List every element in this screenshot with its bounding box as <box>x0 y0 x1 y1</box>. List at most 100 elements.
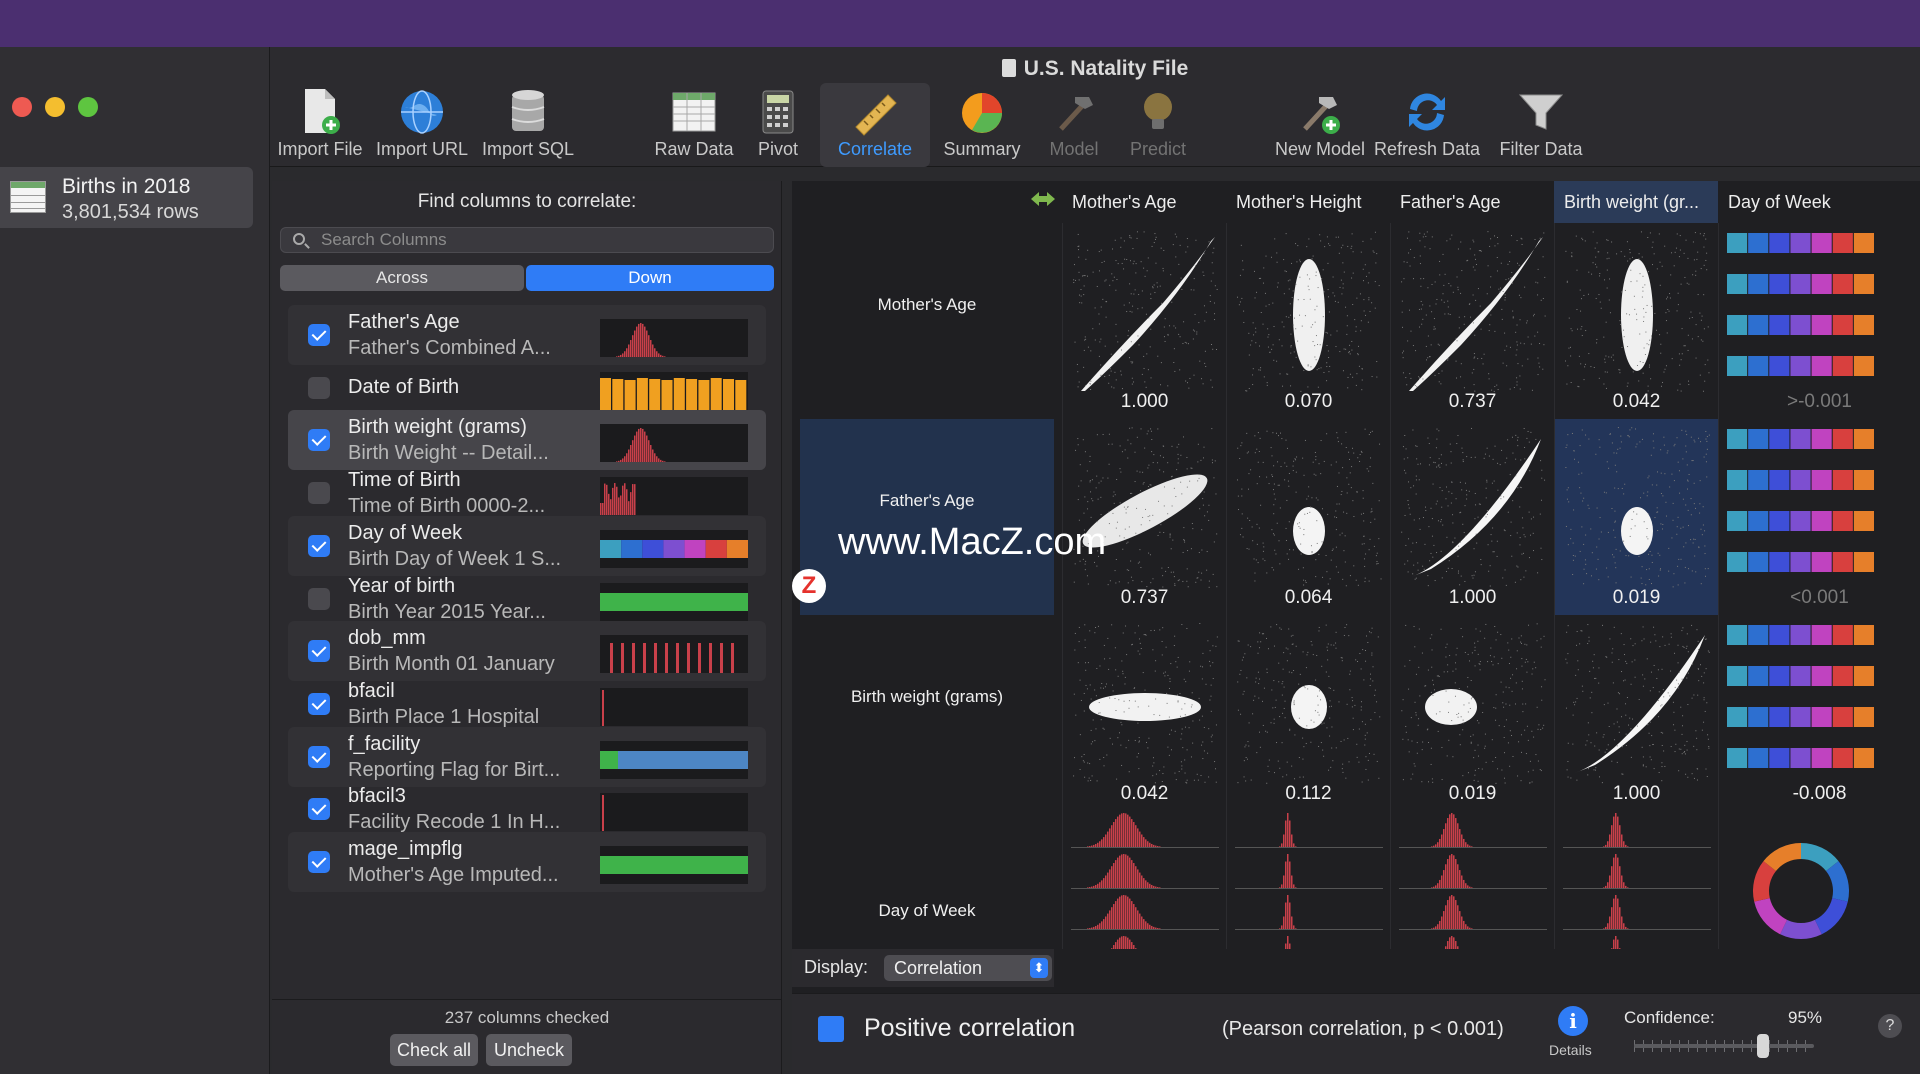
confidence-slider-thumb[interactable] <box>1757 1034 1769 1058</box>
import-url-button[interactable]: Import URL <box>370 83 474 167</box>
column-checkbox[interactable] <box>308 745 330 768</box>
column-mini-chart <box>600 477 748 516</box>
matrix-cell[interactable] <box>1554 811 1718 949</box>
matrix-cell[interactable]: 0.019 <box>1554 419 1718 615</box>
matrix-column-header[interactable]: Birth weight (gr... <box>1554 181 1718 223</box>
summary-button[interactable]: Summary <box>932 83 1032 167</box>
matrix-cell[interactable]: -0.008 <box>1718 615 1920 811</box>
confidence-slider[interactable] <box>1634 1044 1814 1048</box>
cell-graphic <box>1237 428 1382 587</box>
model-button[interactable]: Model <box>1034 83 1114 167</box>
matrix-cell[interactable] <box>1062 811 1226 949</box>
help-button[interactable]: ? <box>1878 1014 1902 1038</box>
zoom-window-button[interactable] <box>78 97 98 117</box>
info-icon[interactable]: i <box>1558 1006 1588 1036</box>
matrix-cell[interactable]: 1.000 <box>1554 615 1718 811</box>
matrix-column-header[interactable]: Mother's Age <box>1062 181 1226 223</box>
check-all-button[interactable]: Check all <box>390 1034 478 1066</box>
cell-graphic <box>1727 429 1874 572</box>
display-select[interactable]: Correlation <box>884 955 1052 981</box>
uncheck-button[interactable]: Uncheck <box>486 1034 572 1066</box>
scatter-plot <box>1401 427 1546 587</box>
filter-data-button[interactable]: Filter Data <box>1486 83 1596 167</box>
column-checkbox[interactable] <box>308 798 330 821</box>
matrix-cell[interactable]: 0.112 <box>1226 615 1390 811</box>
matrix-column-header[interactable]: Day of Week <box>1718 181 1920 223</box>
column-checkbox[interactable] <box>308 640 330 663</box>
predict-button[interactable]: Predict <box>1116 83 1200 167</box>
cell-graphic <box>1401 231 1546 392</box>
mini-chart-graphic <box>610 643 734 674</box>
calculator-icon <box>753 87 803 137</box>
matrix-cell[interactable]: 0.070 <box>1226 223 1390 419</box>
matrix-row-header[interactable]: Father's Age <box>800 491 1054 511</box>
column-checkbox[interactable] <box>308 324 330 346</box>
new-model-button[interactable]: New Model <box>1270 83 1370 167</box>
column-checkbox[interactable] <box>308 376 330 399</box>
matrix-cell[interactable]: 0.737 <box>1062 419 1226 615</box>
desktop-band <box>0 0 1920 47</box>
matrix-cell[interactable] <box>1718 811 1920 949</box>
matrix-column-header[interactable]: Father's Age <box>1390 181 1554 223</box>
column-row[interactable]: bfacil Birth Place 1 Hospital <box>288 674 766 734</box>
column-checkbox[interactable] <box>308 429 330 452</box>
segment-across[interactable]: Across <box>280 265 524 291</box>
column-description: Birth Place 1 Hospital <box>348 705 540 728</box>
import-sql-button[interactable]: Import SQL <box>476 83 580 167</box>
column-row[interactable]: Year of birth Birth Year 2015 Year... <box>288 569 766 629</box>
raw-data-button[interactable]: Raw Data <box>652 83 736 167</box>
matrix-cell[interactable]: <0.001 <box>1718 419 1920 615</box>
matrix-row-header[interactable]: Birth weight (grams) <box>800 687 1054 707</box>
matrix-cell[interactable]: 1.000 <box>1390 419 1554 615</box>
import-file-button[interactable]: Import File <box>270 83 370 167</box>
mini-chart-graphic <box>600 592 748 611</box>
spreadsheet-icon <box>669 87 719 137</box>
cell-graphic <box>1399 813 1547 949</box>
matrix-row-header[interactable]: Mother's Age <box>800 295 1054 315</box>
column-name: Father's Age <box>348 311 460 333</box>
window-title: U.S. Natality File <box>270 57 1920 81</box>
column-checkbox[interactable] <box>308 851 330 873</box>
column-name: bfacil <box>348 679 395 702</box>
column-checkbox[interactable] <box>308 482 330 505</box>
matrix-cell[interactable]: 0.737 <box>1390 223 1554 419</box>
column-row[interactable]: bfacil3 Facility Recode 1 In H... <box>288 779 766 839</box>
dataset-item[interactable]: Births in 2018 3,801,534 rows <box>0 167 253 228</box>
column-row[interactable]: Father's Age Father's Combined A... <box>288 305 766 365</box>
close-window-button[interactable] <box>12 97 32 117</box>
matrix-cell[interactable]: 0.064 <box>1226 419 1390 615</box>
matrix-cell[interactable]: 0.042 <box>1554 223 1718 419</box>
segment-down[interactable]: Down <box>526 265 774 291</box>
cell-graphic <box>1727 233 1874 376</box>
column-row[interactable]: Day of Week Birth Day of Week 1 S... <box>288 515 766 576</box>
pivot-button[interactable]: Pivot <box>738 83 818 167</box>
matrix-cell[interactable]: 0.019 <box>1390 615 1554 811</box>
toolbar: U.S. Natality File Import File Import UR… <box>270 47 1920 167</box>
matrix-column-header[interactable]: Mother's Height <box>1226 181 1390 223</box>
refresh-data-button[interactable]: Refresh Data <box>1372 83 1482 167</box>
mini-chart-graphic <box>602 689 604 726</box>
column-row[interactable]: mage_impflg Mother's Age Imputed... <box>288 832 766 892</box>
column-row[interactable]: Time of Birth Time of Birth 0000-2... <box>288 463 766 523</box>
scatter-plot <box>1565 427 1710 588</box>
matrix-row-header[interactable]: Day of Week <box>800 901 1054 921</box>
matrix-cell[interactable] <box>1226 811 1390 949</box>
minimize-window-button[interactable] <box>45 97 65 117</box>
column-row[interactable]: Birth weight (grams) Birth Weight -- Deta… <box>288 410 766 471</box>
search-input[interactable] <box>321 230 761 250</box>
matrix-cell[interactable] <box>1390 811 1554 949</box>
column-row[interactable]: dob_mm Birth Month 01 January <box>288 621 766 682</box>
matrix-cell[interactable]: >-0.001 <box>1718 223 1920 419</box>
column-name: Time of Birth <box>348 469 461 492</box>
scatter-plot <box>1565 624 1710 784</box>
correlate-button[interactable]: Correlate <box>820 83 930 167</box>
column-checkbox[interactable] <box>308 534 330 557</box>
column-checkbox[interactable] <box>308 692 330 715</box>
matrix-cell[interactable]: 0.042 <box>1062 615 1226 811</box>
column-checkbox[interactable] <box>308 587 330 610</box>
column-row[interactable]: Date of Birth <box>288 358 766 418</box>
column-row[interactable]: f_facility Reporting Flag for Birt... <box>288 726 766 787</box>
matrix-cell[interactable]: 1.000 <box>1062 223 1226 419</box>
mini-chart-graphic <box>602 795 604 832</box>
swap-axes-icon[interactable] <box>1030 189 1056 209</box>
